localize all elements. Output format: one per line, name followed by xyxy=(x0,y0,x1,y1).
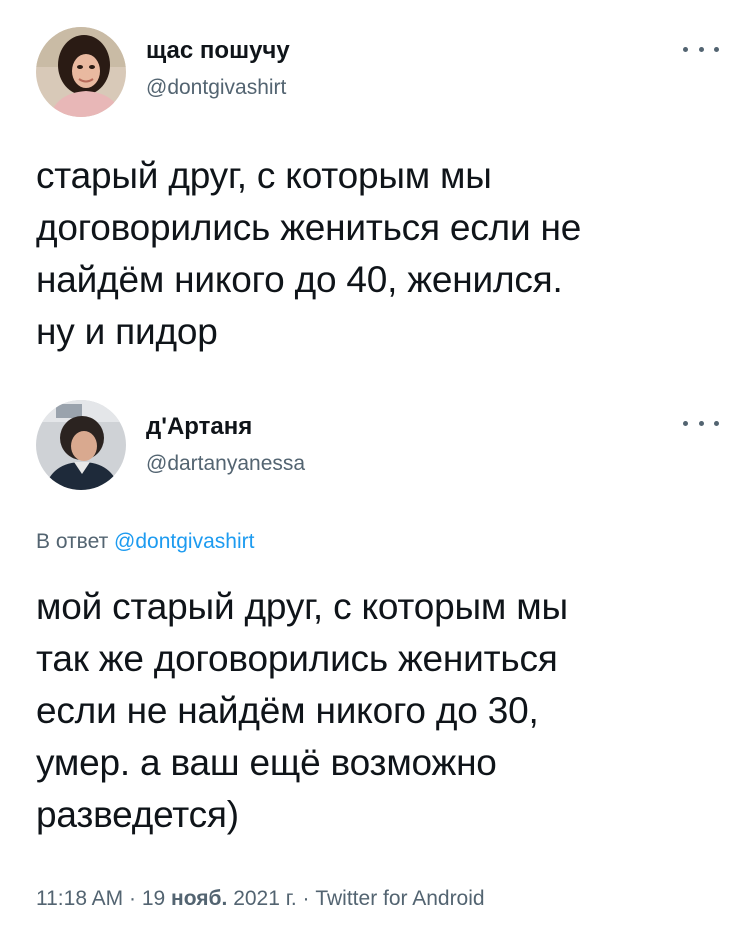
timestamp-time[interactable]: 11:18 AM xyxy=(36,887,123,910)
tweet-line: старый друг, с которым мы xyxy=(36,155,492,196)
dot xyxy=(698,46,704,52)
dot xyxy=(714,420,719,426)
tweet-text-reply: мой старый друг, с которым мы так же дог… xyxy=(36,581,568,841)
reply-context: В ответ @dontgivashirt xyxy=(36,530,254,554)
handle-original[interactable]: @dontgivashirt xyxy=(146,76,286,100)
more-horizontal-icon[interactable] xyxy=(683,413,719,433)
avatar-original[interactable] xyxy=(36,27,126,117)
separator: · xyxy=(296,887,316,910)
avatar-image-original xyxy=(36,27,126,117)
dot xyxy=(683,420,688,426)
display-name-reply[interactable]: д'Артаня xyxy=(146,413,252,441)
dot xyxy=(714,46,719,52)
tweet-line: найдём никого до 40, женился. xyxy=(36,259,563,300)
dot xyxy=(683,46,688,52)
tweet-line: если не найдём никого до 30, xyxy=(36,690,539,731)
tweet-text-original: старый друг, с которым мы договорились ж… xyxy=(36,150,581,358)
reply-prefix: В ответ xyxy=(36,530,109,553)
tweet-line: разведется) xyxy=(36,794,239,835)
tweet-line: так же договорились жениться xyxy=(36,638,558,679)
dot xyxy=(698,420,704,426)
tweet-metadata: 11:18 AM · 19 нояб. 2021 г. · Twitter fo… xyxy=(36,887,485,911)
reply-mention-link[interactable]: @dontgivashirt xyxy=(114,530,254,553)
original-tweet: щас пошучу @dontgivashirt старый друг, с… xyxy=(0,0,750,380)
handle-reply[interactable]: @dartanyanessa xyxy=(146,452,305,476)
tweet-line: ну и пидор xyxy=(36,311,218,352)
separator: · xyxy=(123,887,142,910)
display-name-original[interactable]: щас пошучу xyxy=(146,37,290,65)
timestamp-day[interactable]: 19 xyxy=(142,887,165,910)
client-link[interactable]: Twitter for Android xyxy=(315,887,484,910)
tweet-line: мой старый друг, с которым мы xyxy=(36,586,568,627)
more-horizontal-icon[interactable] xyxy=(683,39,719,59)
tweet-line: договорились жениться если не xyxy=(36,207,582,248)
avatar-image-reply xyxy=(36,400,126,490)
timestamp-year[interactable]: 2021 г. xyxy=(233,887,296,910)
timestamp-month[interactable]: нояб. xyxy=(171,887,227,910)
tweet-line: умер. а ваш ещё возможно xyxy=(36,742,497,783)
avatar-reply[interactable] xyxy=(36,400,126,490)
